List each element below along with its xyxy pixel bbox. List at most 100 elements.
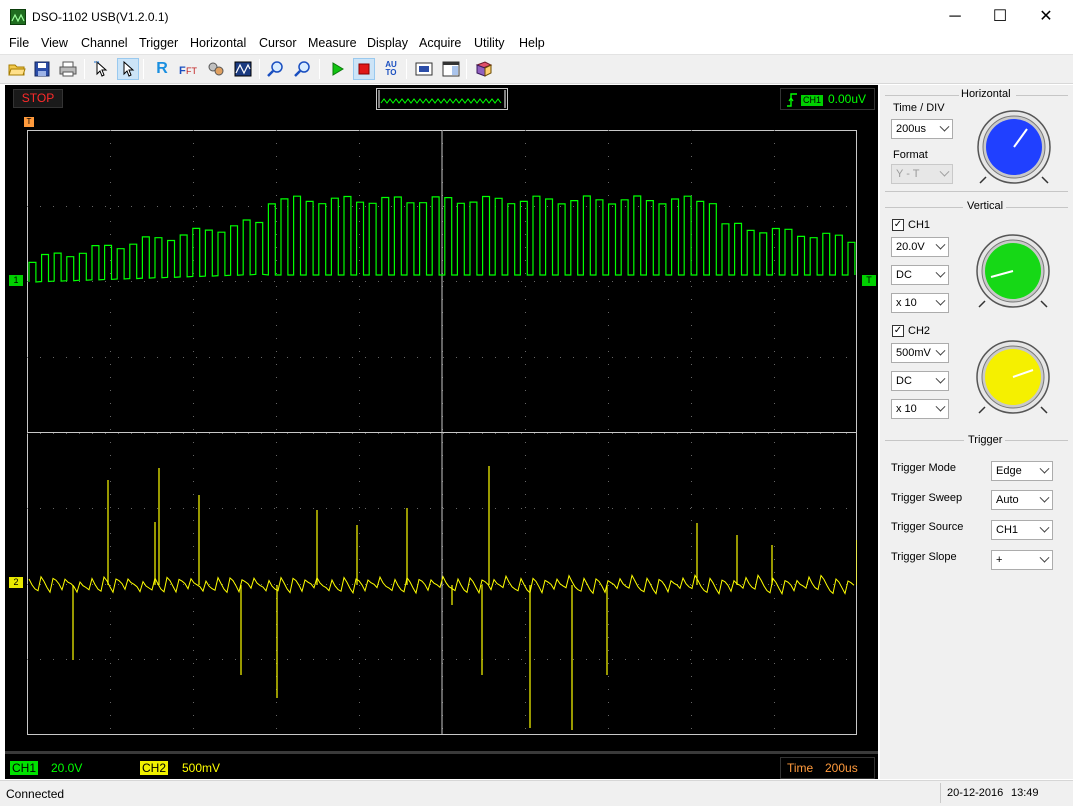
menu-display[interactable]: Display	[367, 36, 408, 50]
snapshot-icon[interactable]	[413, 58, 435, 80]
menu-view[interactable]: View	[41, 36, 68, 50]
menu-cursor[interactable]: Cursor	[259, 36, 297, 50]
trigger-level-marker[interactable]: T	[862, 275, 876, 286]
save-icon[interactable]	[31, 58, 53, 80]
trigger-channel-badge: CH1	[801, 95, 824, 106]
chevron-down-icon	[1039, 552, 1050, 563]
chevron-down-icon	[1039, 463, 1050, 474]
chevron-down-icon	[1039, 522, 1050, 533]
control-panel: Horizontal Time / DIV 200us Format Y - T…	[880, 85, 1073, 779]
stop-icon[interactable]	[353, 58, 375, 80]
vertical-section-title: Vertical	[967, 200, 1004, 212]
chevron-down-icon	[935, 267, 946, 278]
toolbar: R F FT AU TO	[0, 54, 1073, 84]
auto-icon[interactable]: AU TO	[380, 58, 402, 80]
math-icon[interactable]	[205, 58, 227, 80]
window-title: DSO-1102 USB(V1.2.0.1)	[32, 10, 169, 24]
status-datetime: 20-12-2016 13:49	[940, 783, 1068, 803]
trigger-slope-label: Trigger Slope	[891, 551, 957, 563]
ch2-scale: 500mV	[182, 761, 221, 775]
chevron-down-icon	[935, 239, 946, 250]
svg-text:FT: FT	[186, 66, 197, 76]
menu-acquire[interactable]: Acquire	[419, 36, 461, 50]
chevron-down-icon	[939, 121, 950, 132]
print-icon[interactable]	[57, 58, 79, 80]
trigger-sweep-value: Auto	[996, 494, 1019, 506]
run-status-badge: STOP	[13, 89, 63, 108]
svg-text:F: F	[179, 65, 186, 77]
ch1-scale: 20.0V	[51, 761, 83, 775]
zoom-in-icon[interactable]	[265, 58, 287, 80]
ch1-section-label: CH1	[908, 219, 931, 231]
trigger-sweep-label: Trigger Sweep	[891, 492, 963, 504]
menu-horizontal[interactable]: Horizontal	[190, 36, 246, 50]
title-bar: DSO-1102 USB(V1.2.0.1) ─ ☐ ✕	[0, 0, 1073, 34]
ch1-label: CH1	[10, 761, 39, 775]
timebase-knob[interactable]	[974, 107, 1054, 187]
horizontal-section-title: Horizontal	[961, 88, 1011, 100]
ch2-enable-checkbox[interactable]: ✓	[892, 325, 904, 337]
menu-file[interactable]: File	[9, 36, 29, 50]
maximize-button[interactable]: ☐	[977, 0, 1023, 34]
reference-icon[interactable]: R	[151, 58, 173, 80]
trigger-source-select[interactable]: CH1	[991, 520, 1053, 540]
timebase-readout: Time 200us	[780, 757, 875, 779]
ch1-enable-checkbox[interactable]: ✓	[892, 219, 904, 231]
ch2-probe-select[interactable]: x 10	[891, 399, 949, 419]
connection-status: Connected	[6, 787, 65, 801]
time-div-value: 200us	[896, 123, 926, 135]
ch1-volts-knob[interactable]	[973, 231, 1053, 311]
trigger-position-marker[interactable]: T	[24, 117, 34, 127]
trigger-slope-value: +	[996, 554, 1003, 566]
zoom-out-icon[interactable]	[292, 58, 314, 80]
menu-trigger[interactable]: Trigger	[139, 36, 178, 50]
ch1-level-marker[interactable]: 1	[9, 275, 23, 286]
waveform-overview[interactable]	[376, 88, 508, 110]
time-div-select[interactable]: 200us	[891, 119, 953, 139]
scope-display[interactable]: STOP CH1 0.00uV T 1 2 T CH1 20.0V CH2 50…	[5, 85, 878, 779]
scope-status-bar: CH1 20.0V CH2 500mV Time 200us	[5, 751, 878, 779]
close-button[interactable]: ✕	[1023, 0, 1069, 34]
status-bar: Connected 20-12-2016 13:49	[0, 780, 1073, 806]
trigger-source-label: Trigger Source	[891, 521, 964, 533]
open-icon[interactable]	[6, 58, 28, 80]
status-date: 20-12-2016	[947, 787, 1004, 799]
ch2-level-marker[interactable]: 2	[9, 577, 23, 588]
run-icon[interactable]	[326, 58, 348, 80]
fft-icon[interactable]: F FT	[178, 58, 200, 80]
menu-utility[interactable]: Utility	[474, 36, 505, 50]
trigger-mode-label: Trigger Mode	[891, 462, 957, 474]
pointer-icon[interactable]	[117, 58, 139, 80]
wave-record-icon[interactable]	[232, 58, 254, 80]
menu-help[interactable]: Help	[519, 36, 545, 50]
ch1-coupling-select[interactable]: DC	[891, 265, 949, 285]
ch2-section-label: CH2	[908, 325, 931, 337]
trigger-mode-value: Edge	[996, 465, 1022, 477]
chevron-down-icon	[1039, 492, 1050, 503]
window-icon[interactable]	[440, 58, 462, 80]
menu-measure[interactable]: Measure	[308, 36, 357, 50]
format-value: Y - T	[896, 168, 920, 180]
ch2-volts-knob[interactable]	[973, 337, 1053, 417]
book-icon[interactable]	[473, 58, 495, 80]
trigger-mode-select[interactable]: Edge	[991, 461, 1053, 481]
trigger-level: 0.00uV	[828, 92, 867, 106]
waveform-grid[interactable]	[27, 130, 857, 735]
select-cursor-icon[interactable]	[91, 58, 113, 80]
ch1-volts-select[interactable]: 20.0V	[891, 237, 949, 257]
menu-channel[interactable]: Channel	[81, 36, 128, 50]
time-value: 200us	[825, 761, 858, 775]
chevron-down-icon	[935, 373, 946, 384]
ch2-volts-select[interactable]: 500mV	[891, 343, 949, 363]
minimize-button[interactable]: ─	[932, 0, 978, 34]
ch2-coupling-select[interactable]: DC	[891, 371, 949, 391]
format-select: Y - T	[891, 164, 953, 184]
trigger-info: CH1 0.00uV	[780, 88, 875, 110]
trigger-sweep-select[interactable]: Auto	[991, 490, 1053, 510]
ch1-probe-select[interactable]: x 10	[891, 293, 949, 313]
trigger-slope-select[interactable]: +	[991, 550, 1053, 570]
trigger-section-title: Trigger	[968, 434, 1003, 446]
status-time: 13:49	[1011, 787, 1039, 799]
auto-label: AU TO	[385, 60, 397, 77]
ch2-probe-value: x 10	[896, 403, 917, 415]
